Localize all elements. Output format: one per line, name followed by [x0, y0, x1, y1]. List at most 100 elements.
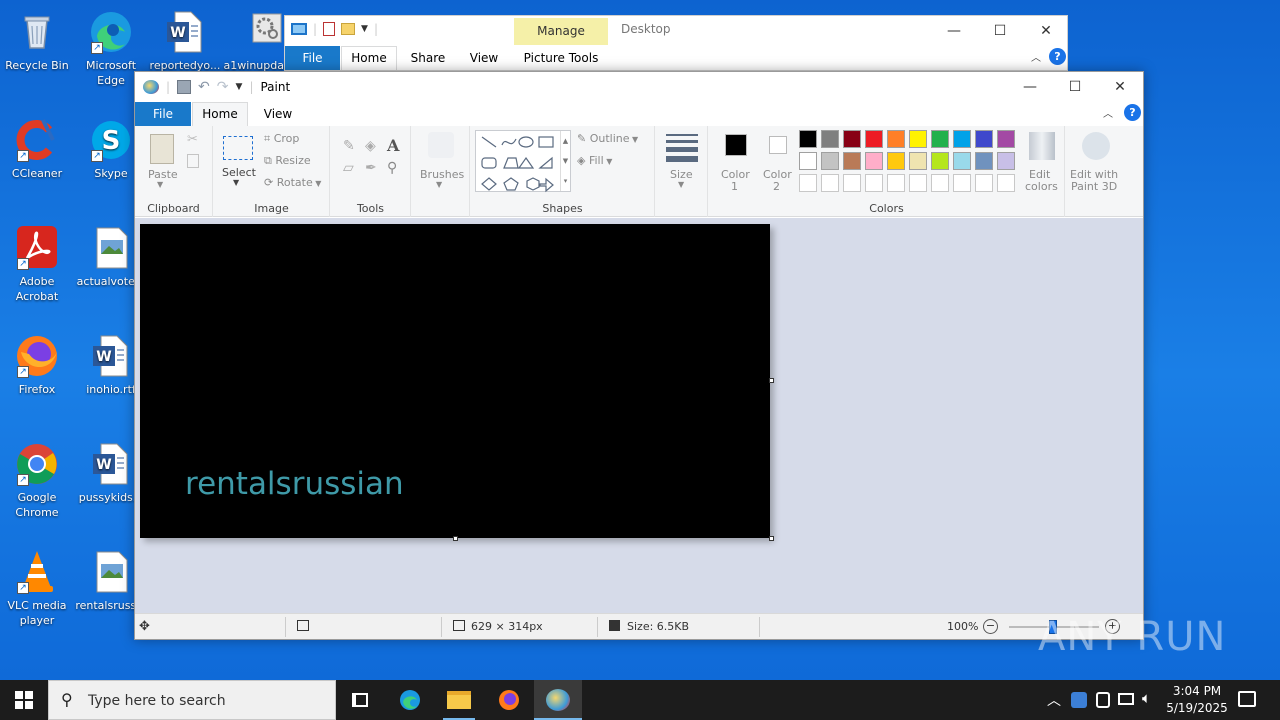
palette-swatch[interactable]	[997, 174, 1015, 192]
maximize-button[interactable]: ☐	[1052, 72, 1098, 102]
zoom-out-button[interactable]: −	[983, 619, 998, 634]
outline-button[interactable]: ✎ Outline ▼	[577, 132, 638, 145]
edit-colors-button[interactable]: Edit colors	[1021, 130, 1059, 194]
taskbar-file-explorer[interactable]	[435, 680, 483, 720]
taskbar-firefox[interactable]	[485, 680, 533, 720]
help-icon[interactable]: ?	[1049, 48, 1066, 65]
palette-swatch[interactable]	[931, 152, 949, 170]
brushes-button[interactable]: Brushes ▼	[412, 126, 470, 217]
color-picker-icon[interactable]: ✒	[365, 160, 377, 176]
pencil-icon[interactable]: ✎	[343, 138, 355, 154]
palette-swatch[interactable]	[821, 174, 839, 192]
redo-icon[interactable]: ↷	[217, 79, 229, 95]
tab-file[interactable]: File	[135, 102, 191, 126]
close-button[interactable]: ✕	[1097, 72, 1143, 102]
rotate-button[interactable]: ⟳ Rotate ▼	[264, 176, 321, 189]
eraser-icon[interactable]: ▱	[343, 160, 354, 176]
task-view-button[interactable]	[336, 680, 384, 720]
volume-icon[interactable]: 🔈︎	[1142, 689, 1151, 707]
properties-icon[interactable]	[323, 22, 336, 36]
palette-swatch[interactable]	[975, 152, 993, 170]
tab-picture-tools[interactable]: Picture Tools	[514, 46, 608, 70]
tray-device-icon[interactable]	[1096, 692, 1110, 708]
palette-swatch[interactable]	[909, 130, 927, 148]
palette-swatch[interactable]	[843, 174, 861, 192]
size-button[interactable]: Size ▼	[656, 126, 708, 217]
palette-swatch[interactable]	[865, 152, 883, 170]
desktop-icon-reportedyo[interactable]: W reportedyo...	[148, 8, 222, 73]
palette-swatch[interactable]	[887, 152, 905, 170]
collapse-ribbon-icon[interactable]: ︿	[1103, 105, 1113, 120]
tab-share[interactable]: Share	[403, 46, 453, 70]
taskbar-clock[interactable]: 3:04 PM 5/19/2025	[1164, 683, 1230, 717]
palette-swatch[interactable]	[865, 174, 883, 192]
resize-button[interactable]: ⧉ Resize	[264, 154, 311, 168]
palette-swatch[interactable]	[887, 130, 905, 148]
start-button[interactable]	[0, 680, 48, 720]
palette-swatch[interactable]	[909, 174, 927, 192]
resize-handle-bottom[interactable]	[453, 536, 458, 541]
chevron-down-icon[interactable]: ▼	[236, 82, 243, 92]
resize-handle-right[interactable]	[769, 378, 774, 383]
paint-window[interactable]: | ↶ ↷ ▼ | Paint — ☐ ✕ File Home View ︿ ?…	[134, 71, 1144, 640]
palette-swatch[interactable]	[975, 174, 993, 192]
tray-app-icon[interactable]	[1071, 692, 1087, 708]
minimize-button[interactable]: —	[1007, 72, 1053, 102]
chevron-down-icon[interactable]: ▼	[361, 24, 368, 34]
file-explorer-window[interactable]: | ▼ | Manage Desktop — ☐ ✕ File Home Sha…	[284, 15, 1068, 71]
drawing-canvas[interactable]: rentalsrussian	[140, 224, 770, 538]
collapse-ribbon-icon[interactable]: ︿	[1031, 49, 1041, 64]
palette-swatch[interactable]	[931, 130, 949, 148]
desktop-icon-adobe-acrobat[interactable]: ↗ Adobe Acrobat	[0, 224, 74, 304]
minimize-button[interactable]: —	[931, 16, 977, 46]
palette-swatch[interactable]	[953, 174, 971, 192]
undo-icon[interactable]: ↶	[198, 79, 210, 95]
palette-swatch[interactable]	[843, 130, 861, 148]
taskbar-paint[interactable]	[534, 680, 582, 720]
fill-button[interactable]: ◈ Fill ▼	[577, 154, 612, 167]
copy-icon[interactable]	[187, 154, 199, 168]
palette-swatch[interactable]	[997, 152, 1015, 170]
tab-view[interactable]: View	[460, 46, 508, 70]
desktop-icon-ccleaner[interactable]: ↗ CCleaner	[0, 116, 74, 181]
scroll-down-icon[interactable]: ▼	[560, 151, 570, 171]
palette-swatch[interactable]	[953, 130, 971, 148]
edit-with-paint3d-button[interactable]: Edit with Paint 3D	[1066, 126, 1126, 217]
maximize-button[interactable]: ☐	[977, 16, 1023, 46]
crop-button[interactable]: ⌗ Crop	[264, 132, 299, 146]
color1-button[interactable]: Color 1	[715, 130, 755, 194]
palette-swatch[interactable]	[799, 130, 817, 148]
palette-swatch[interactable]	[953, 152, 971, 170]
desktop-icon-firefox[interactable]: ↗ Firefox	[0, 332, 74, 397]
paste-button[interactable]: Paste ▼	[147, 132, 178, 189]
tab-home[interactable]: Home	[341, 46, 397, 70]
taskbar-search-box[interactable]: ⚲ Type here to search	[48, 680, 336, 720]
shapes-gallery[interactable]: ▲ ▼ ▾	[475, 130, 571, 193]
palette-swatch[interactable]	[821, 152, 839, 170]
canvas-area[interactable]: rentalsrussian	[135, 218, 1143, 613]
select-button[interactable]: Select ▼	[220, 132, 256, 192]
text-icon[interactable]: A	[387, 136, 399, 155]
fill-bucket-icon[interactable]: ◈	[365, 138, 376, 154]
save-icon[interactable]	[177, 80, 192, 94]
show-hidden-icons-button[interactable]: ︿	[1047, 690, 1061, 710]
help-icon[interactable]: ?	[1124, 104, 1141, 121]
gallery-expand-icon[interactable]: ▾	[560, 171, 570, 191]
tab-home[interactable]: Home	[192, 102, 248, 127]
palette-swatch[interactable]	[909, 152, 927, 170]
magnifier-icon[interactable]: ⚲	[387, 160, 397, 176]
palette-swatch[interactable]	[997, 130, 1015, 148]
cut-icon[interactable]: ✂	[187, 132, 198, 147]
palette-swatch[interactable]	[975, 130, 993, 148]
palette-swatch[interactable]	[865, 130, 883, 148]
palette-swatch[interactable]	[799, 152, 817, 170]
close-button[interactable]: ✕	[1023, 16, 1069, 46]
palette-swatch[interactable]	[843, 152, 861, 170]
scroll-up-icon[interactable]: ▲	[560, 131, 570, 151]
desktop-icon-vlc[interactable]: ↗ VLC media player	[0, 548, 74, 628]
palette-swatch[interactable]	[931, 174, 949, 192]
palette-swatch[interactable]	[821, 130, 839, 148]
tab-view[interactable]: View	[253, 102, 303, 126]
desktop-icon-recycle-bin[interactable]: Recycle Bin	[0, 8, 74, 73]
resize-handle-corner[interactable]	[769, 536, 774, 541]
